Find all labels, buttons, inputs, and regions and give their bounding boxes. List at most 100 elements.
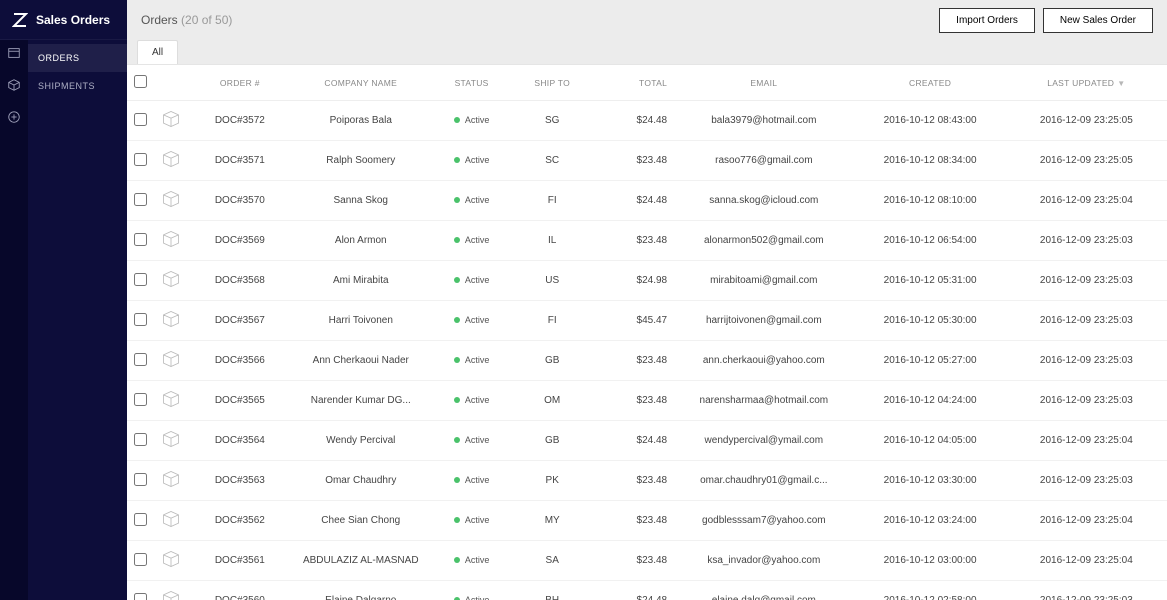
row-checkbox[interactable]: [134, 193, 147, 206]
table-row[interactable]: DOC#3565Narender Kumar DG...ActiveOM$23.…: [127, 381, 1167, 421]
row-checkbox[interactable]: [134, 393, 147, 406]
status-text: Active: [465, 595, 490, 600]
cell-email: elaine.dalg@gmail.com: [673, 581, 854, 600]
cell-total: $24.48: [593, 101, 674, 141]
brand-title: Sales Orders: [36, 13, 110, 27]
cell-updated: 2016-12-09 23:25:03: [1006, 381, 1167, 421]
title-count: (20 of 50): [181, 13, 232, 27]
shipments-rail-icon[interactable]: [7, 78, 21, 92]
cell-total: $23.48: [593, 501, 674, 541]
table-row[interactable]: DOC#3568Ami MirabitaActiveUS$24.98mirabi…: [127, 261, 1167, 301]
cell-updated: 2016-12-09 23:25:03: [1006, 221, 1167, 261]
cell-shipto: FI: [512, 301, 593, 341]
cell-order: DOC#3569: [189, 221, 290, 261]
cell-updated: 2016-12-09 23:25:03: [1006, 341, 1167, 381]
import-orders-button[interactable]: Import Orders: [939, 8, 1035, 33]
cell-total: $24.98: [593, 261, 674, 301]
row-checkbox[interactable]: [134, 553, 147, 566]
row-checkbox[interactable]: [134, 593, 147, 600]
status-text: Active: [465, 115, 490, 125]
package-icon: [161, 549, 181, 569]
row-checkbox[interactable]: [134, 313, 147, 326]
col-total[interactable]: TOTAL: [593, 65, 674, 101]
cell-total: $23.48: [593, 221, 674, 261]
cell-status: Active: [431, 541, 512, 581]
cell-created: 2016-10-12 03:00:00: [855, 541, 1006, 581]
col-status[interactable]: STATUS: [431, 65, 512, 101]
table-row[interactable]: DOC#3566Ann Cherkaoui NaderActiveGB$23.4…: [127, 341, 1167, 381]
header-actions: Import Orders New Sales Order: [939, 8, 1153, 33]
new-sales-order-button[interactable]: New Sales Order: [1043, 8, 1153, 33]
cell-status: Active: [431, 141, 512, 181]
cell-updated: 2016-12-09 23:25:03: [1006, 301, 1167, 341]
package-icon: [161, 309, 181, 329]
cell-order: DOC#3560: [189, 581, 290, 600]
col-email[interactable]: EMAIL: [673, 65, 854, 101]
select-all-checkbox[interactable]: [134, 75, 147, 88]
status-text: Active: [465, 315, 490, 325]
cell-company: Chee Sian Chong: [290, 501, 431, 541]
row-checkbox[interactable]: [134, 113, 147, 126]
cell-updated: 2016-12-09 23:25:04: [1006, 421, 1167, 461]
cell-email: godblesssam7@yahoo.com: [673, 501, 854, 541]
table-row[interactable]: DOC#3570Sanna SkogActiveFI$24.48sanna.sk…: [127, 181, 1167, 221]
add-rail-icon[interactable]: [7, 110, 21, 124]
cell-shipto: SA: [512, 541, 593, 581]
brand: Sales Orders: [0, 0, 127, 40]
nav-item-orders[interactable]: ORDERS: [28, 44, 127, 72]
col-created[interactable]: CREATED: [855, 65, 1006, 101]
cell-updated: 2016-12-09 23:25:05: [1006, 141, 1167, 181]
cell-email: alonarmon502@gmail.com: [673, 221, 854, 261]
cell-status: Active: [431, 181, 512, 221]
cell-shipto: FI: [512, 181, 593, 221]
tab-all[interactable]: All: [137, 40, 178, 64]
table-row[interactable]: DOC#3562Chee Sian ChongActiveMY$23.48god…: [127, 501, 1167, 541]
cell-email: bala3979@hotmail.com: [673, 101, 854, 141]
cell-company: Poiporas Bala: [290, 101, 431, 141]
row-checkbox[interactable]: [134, 153, 147, 166]
col-updated[interactable]: LAST UPDATED▼: [1006, 65, 1167, 101]
table-row[interactable]: DOC#3560Elaine DalgarnoActiveBH$24.48ela…: [127, 581, 1167, 600]
package-icon: [161, 389, 181, 409]
col-shipto[interactable]: SHIP TO: [512, 65, 593, 101]
cell-created: 2016-10-12 03:24:00: [855, 501, 1006, 541]
cell-shipto: SC: [512, 141, 593, 181]
cell-company: Ann Cherkaoui Nader: [290, 341, 431, 381]
logo-icon: [12, 12, 28, 28]
table-row[interactable]: DOC#3567Harri ToivonenActiveFI$45.47harr…: [127, 301, 1167, 341]
cell-email: harrijtoivonen@gmail.com: [673, 301, 854, 341]
cell-order: DOC#3567: [189, 301, 290, 341]
cell-created: 2016-10-12 08:43:00: [855, 101, 1006, 141]
row-checkbox[interactable]: [134, 513, 147, 526]
cell-email: sanna.skog@icloud.com: [673, 181, 854, 221]
orders-rail-icon[interactable]: [7, 46, 21, 60]
table-row[interactable]: DOC#3569Alon ArmonActiveIL$23.48alonarmo…: [127, 221, 1167, 261]
cell-status: Active: [431, 221, 512, 261]
table-row[interactable]: DOC#3571Ralph SoomeryActiveSC$23.48rasoo…: [127, 141, 1167, 181]
package-icon: [161, 429, 181, 449]
status-dot-icon: [454, 117, 460, 123]
row-checkbox[interactable]: [134, 233, 147, 246]
row-checkbox[interactable]: [134, 273, 147, 286]
tabs: All: [127, 40, 1167, 64]
status-dot-icon: [454, 237, 460, 243]
cell-order: DOC#3561: [189, 541, 290, 581]
row-checkbox[interactable]: [134, 433, 147, 446]
table-row[interactable]: DOC#3563Omar ChaudhryActivePK$23.48omar.…: [127, 461, 1167, 501]
row-checkbox[interactable]: [134, 473, 147, 486]
cell-email: ksa_invador@yahoo.com: [673, 541, 854, 581]
cell-company: Ami Mirabita: [290, 261, 431, 301]
cell-email: ann.cherkaoui@yahoo.com: [673, 341, 854, 381]
nav-item-shipments[interactable]: SHIPMENTS: [28, 72, 127, 100]
table-row[interactable]: DOC#3564Wendy PercivalActiveGB$24.48wend…: [127, 421, 1167, 461]
cell-created: 2016-10-12 04:24:00: [855, 381, 1006, 421]
cell-shipto: IL: [512, 221, 593, 261]
cell-created: 2016-10-12 02:58:00: [855, 581, 1006, 600]
row-checkbox[interactable]: [134, 353, 147, 366]
main: Orders (20 of 50) Import Orders New Sale…: [127, 0, 1167, 600]
col-order[interactable]: ORDER #: [189, 65, 290, 101]
col-company[interactable]: COMPANY NAME: [290, 65, 431, 101]
table-row[interactable]: DOC#3561ABDULAZIZ AL-MASNADActiveSA$23.4…: [127, 541, 1167, 581]
table-row[interactable]: DOC#3572Poiporas BalaActiveSG$24.48bala3…: [127, 101, 1167, 141]
cell-company: Elaine Dalgarno: [290, 581, 431, 600]
